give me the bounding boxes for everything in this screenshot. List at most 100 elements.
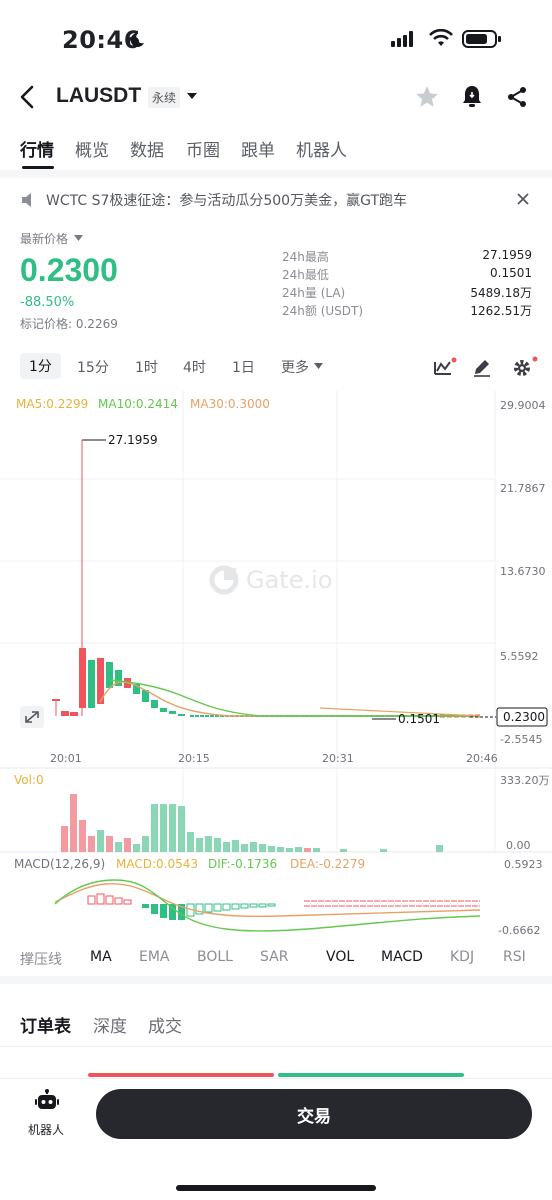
wifi-icon — [429, 29, 453, 46]
sell-ratio-bar — [278, 1073, 464, 1077]
price-type-dropdown-icon[interactable] — [74, 235, 83, 242]
tab-copy-trading[interactable]: 跟单 — [241, 136, 275, 161]
volume-bar — [380, 849, 387, 852]
tab-orderbook[interactable]: 订单表 — [20, 1012, 71, 1037]
tab-community[interactable]: 币圈 — [186, 136, 220, 161]
volume-bar — [205, 836, 212, 852]
contract-type-badge[interactable]: 永续 — [148, 87, 181, 108]
status-bar: 20:46 — [0, 0, 552, 75]
pair-dropdown-icon[interactable] — [186, 91, 198, 101]
fullscreen-expand-icon[interactable] — [20, 706, 44, 728]
orderbook-tabs: 订单表 深度 成交 — [0, 1004, 552, 1044]
robot-icon[interactable] — [34, 1089, 60, 1115]
orderbook-divider — [0, 1046, 552, 1047]
tab-bots[interactable]: 机器人 — [296, 136, 347, 161]
speaker-icon — [22, 193, 31, 207]
section-divider — [0, 976, 552, 984]
indicator-settings-icon[interactable] — [432, 356, 458, 378]
interval-toolbar: 1分 15分 1时 4时 1日 更多 — [0, 348, 552, 386]
macd-bar — [105, 895, 114, 905]
interval-1d[interactable]: 1日 — [232, 357, 255, 377]
announcement-banner[interactable]: WCTC S7极速征途：参与活动瓜分500万美金，赢GT跑车 — [0, 178, 552, 222]
announcement-text[interactable]: WCTC S7极速征途：参与活动瓜分500万美金，赢GT跑车 — [46, 190, 407, 210]
gate-watermark: Gate.io — [209, 565, 332, 595]
volume-bar — [169, 804, 176, 852]
draw-tool-pencil-icon[interactable] — [472, 357, 492, 377]
cellular-signal-icon — [391, 31, 413, 47]
trade-button[interactable]: 交易 — [96, 1089, 532, 1139]
volume-bar — [79, 820, 86, 852]
kline-chart[interactable]: Gate.io MA5:0.2299 MA10:0.2414 MA30:0.30… — [0, 390, 552, 942]
interval-15m[interactable]: 15分 — [77, 357, 109, 377]
more-intervals-dropdown-icon[interactable] — [314, 363, 323, 370]
volume-bar — [304, 848, 311, 852]
mark-price: 标记价格: 0.2269 — [20, 317, 118, 331]
indicator-boll[interactable]: BOLL — [197, 949, 233, 965]
back-arrow-icon[interactable] — [18, 85, 38, 109]
interval-1m[interactable]: 1分 — [20, 353, 61, 379]
x-tick: 20:15 — [178, 752, 210, 765]
indicator-sar[interactable]: SAR — [260, 949, 288, 965]
chart-settings-gear-icon[interactable] — [512, 355, 540, 379]
share-icon[interactable] — [505, 84, 529, 110]
volume-bar — [178, 806, 185, 852]
dea-legend: DEA:-0.2279 — [290, 857, 365, 871]
macd-bar — [267, 903, 276, 907]
stat-label: 24h量 (LA) — [282, 286, 346, 300]
tab-overview[interactable]: 概览 — [75, 136, 109, 161]
y-tick: 21.7867 — [500, 482, 546, 495]
indicator-ema[interactable]: EMA — [139, 949, 170, 965]
favorite-star-icon[interactable] — [414, 84, 440, 110]
indicator-ma[interactable]: MA — [90, 949, 112, 965]
volume-bar — [88, 836, 95, 852]
volume-bar — [250, 842, 257, 852]
macd-bar — [123, 899, 132, 905]
macd-params-legend: MACD(12,26,9) — [14, 857, 105, 871]
stat-value: 27.1959 — [482, 248, 532, 262]
price-alert-bell-icon[interactable] — [460, 84, 484, 110]
latest-price-label[interactable]: 最新价格 — [20, 230, 68, 247]
interval-4h[interactable]: 4时 — [183, 357, 206, 377]
interval-more[interactable]: 更多 — [281, 357, 309, 377]
volume-bar — [70, 794, 77, 852]
x-tick: 20:01 — [50, 752, 82, 765]
indicator-support-resistance[interactable]: 撑压线 — [20, 949, 62, 969]
last-price-tag-text: 0.2300 — [503, 710, 545, 724]
interval-1h[interactable]: 1时 — [135, 357, 158, 377]
tab-depth[interactable]: 深度 — [93, 1012, 127, 1037]
volume-bar — [232, 840, 239, 852]
candle — [106, 662, 113, 688]
volume-bar — [97, 830, 104, 852]
close-icon[interactable] — [516, 192, 530, 206]
stat-value: 0.1501 — [490, 266, 532, 280]
indicator-vol[interactable]: VOL — [326, 949, 354, 965]
volume-bar — [241, 844, 248, 852]
macd-min-tick: -0.6662 — [498, 924, 540, 937]
low-price-label: 0.1501 — [398, 712, 440, 726]
tab-data[interactable]: 数据 — [130, 136, 164, 161]
volume-bar — [115, 842, 122, 852]
candle — [52, 699, 60, 701]
indicator-rsi[interactable]: RSI — [503, 949, 526, 965]
volume-bar — [268, 846, 275, 852]
volume-bar — [133, 844, 140, 852]
battery-icon — [462, 30, 501, 48]
robot-label[interactable]: 机器人 — [28, 1121, 64, 1138]
volume-bar — [214, 838, 221, 852]
tab-market[interactable]: 行情 — [20, 136, 54, 161]
stat-24h-low: 24h最低 0.1501 — [282, 266, 532, 284]
x-tick: 20:46 — [466, 752, 498, 765]
volume-min-tick: 0.00 — [506, 839, 531, 852]
indicator-macd[interactable]: MACD — [381, 949, 423, 965]
tab-trades[interactable]: 成交 — [148, 1012, 182, 1037]
macd-bar — [222, 903, 231, 911]
macd-bar — [258, 903, 267, 908]
buy-ratio-bar — [88, 1073, 274, 1077]
stat-24h-volume: 24h量 (LA) 5489.18万 — [282, 284, 532, 302]
y-tick: 29.9004 — [500, 399, 546, 412]
indicator-kdj[interactable]: KDJ — [450, 949, 474, 965]
volume-bar — [286, 848, 293, 852]
ma30-legend: MA30:0.3000 — [190, 397, 270, 411]
stat-24h-high: 24h最高 27.1959 — [282, 248, 532, 266]
pair-title[interactable]: LAUSDT — [56, 84, 141, 108]
